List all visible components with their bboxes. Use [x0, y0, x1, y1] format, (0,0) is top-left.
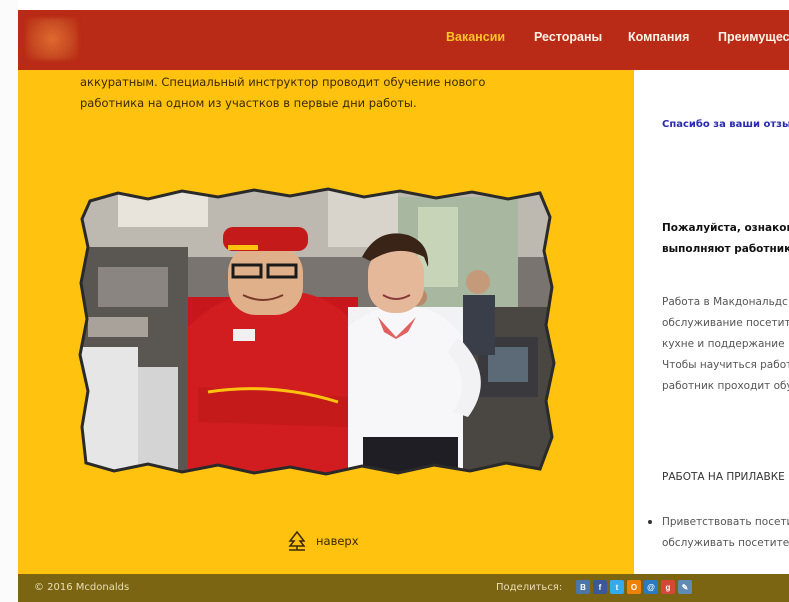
sidebar-paragraph-line: Работа в Макдональдс	[662, 296, 788, 308]
nav-item-company[interactable]: Компания	[628, 30, 689, 44]
nav-item-benefits[interactable]: Преимущества	[718, 30, 789, 44]
vk-share-icon[interactable]: В	[576, 580, 590, 594]
share-label: Поделиться:	[496, 582, 563, 593]
staff-photo	[78, 187, 556, 477]
intro-line: аккуратным. Специальный инструктор прово…	[80, 75, 486, 89]
nav-item-vacancies[interactable]: Вакансии	[446, 30, 505, 44]
odnoklassniki-share-icon[interactable]: О	[627, 580, 641, 594]
copyright-text: © 2016 Mcdonalds	[34, 582, 130, 593]
share-icons: Вf t О @ g ✎	[576, 580, 692, 594]
list-item-text: Приветствовать посетителей	[662, 516, 789, 528]
page: Вакансии Рестораны Компания Преимущества…	[0, 0, 789, 602]
left-margin	[0, 0, 18, 602]
main-content: аккуратным. Специальный инструктор прово…	[18, 70, 634, 574]
sidebar-paragraph-line: работник проходит обучение	[662, 380, 789, 392]
sidebar-paragraph-line: кухне и поддержание	[662, 338, 785, 350]
list-item-continuation: обслуживать посетителей	[662, 537, 789, 549]
sidebar: Спасибо за ваши отзывы Пожалуйста, ознак…	[634, 70, 789, 574]
bullet-icon	[648, 520, 652, 524]
twitter-share-icon[interactable]: t	[610, 580, 624, 594]
main-nav: Вакансии Рестораны Компания Преимущества	[18, 30, 789, 50]
google-share-icon[interactable]: g	[661, 580, 675, 594]
staff-photo-illustration	[78, 187, 556, 476]
sidebar-heading: Пожалуйста, ознакомьтесь выполняют работ…	[662, 218, 789, 260]
intro-line: работника на одном из участков в первые …	[80, 96, 417, 110]
site-header: Вакансии Рестораны Компания Преимущества	[18, 10, 789, 70]
tree-up-icon	[288, 530, 306, 551]
back-to-top-label: наверх	[316, 534, 359, 548]
sidebar-heading-line: Пожалуйста, ознакомьтесь	[662, 222, 789, 234]
feedback-link[interactable]: Спасибо за ваши отзывы	[662, 114, 789, 135]
sidebar-paragraph-line: Чтобы научиться работе	[662, 359, 789, 371]
intro-text: аккуратным. Специальный инструктор прово…	[80, 72, 600, 114]
sidebar-paragraph: Работа в Макдональдс обслуживание посети…	[662, 292, 789, 397]
mailru-share-icon[interactable]: @	[644, 580, 658, 594]
livejournal-share-icon[interactable]: ✎	[678, 580, 692, 594]
facebook-share-icon[interactable]: f	[593, 580, 607, 594]
sidebar-heading-line: выполняют работники	[662, 243, 789, 255]
sidebar-paragraph-line: обслуживание посетителей	[662, 317, 789, 329]
sidebar-list: Приветствовать посетителей обслуживать п…	[648, 512, 789, 554]
back-to-top-link[interactable]: наверх	[286, 529, 359, 553]
nav-item-restaurants[interactable]: Рестораны	[534, 30, 602, 44]
list-item: Приветствовать посетителей	[648, 512, 789, 533]
sidebar-section-title: РАБОТА НА ПРИЛАВКЕ	[662, 471, 785, 483]
site-footer: © 2016 Mcdonalds Поделиться: Вf t О @ g ✎	[18, 574, 789, 602]
